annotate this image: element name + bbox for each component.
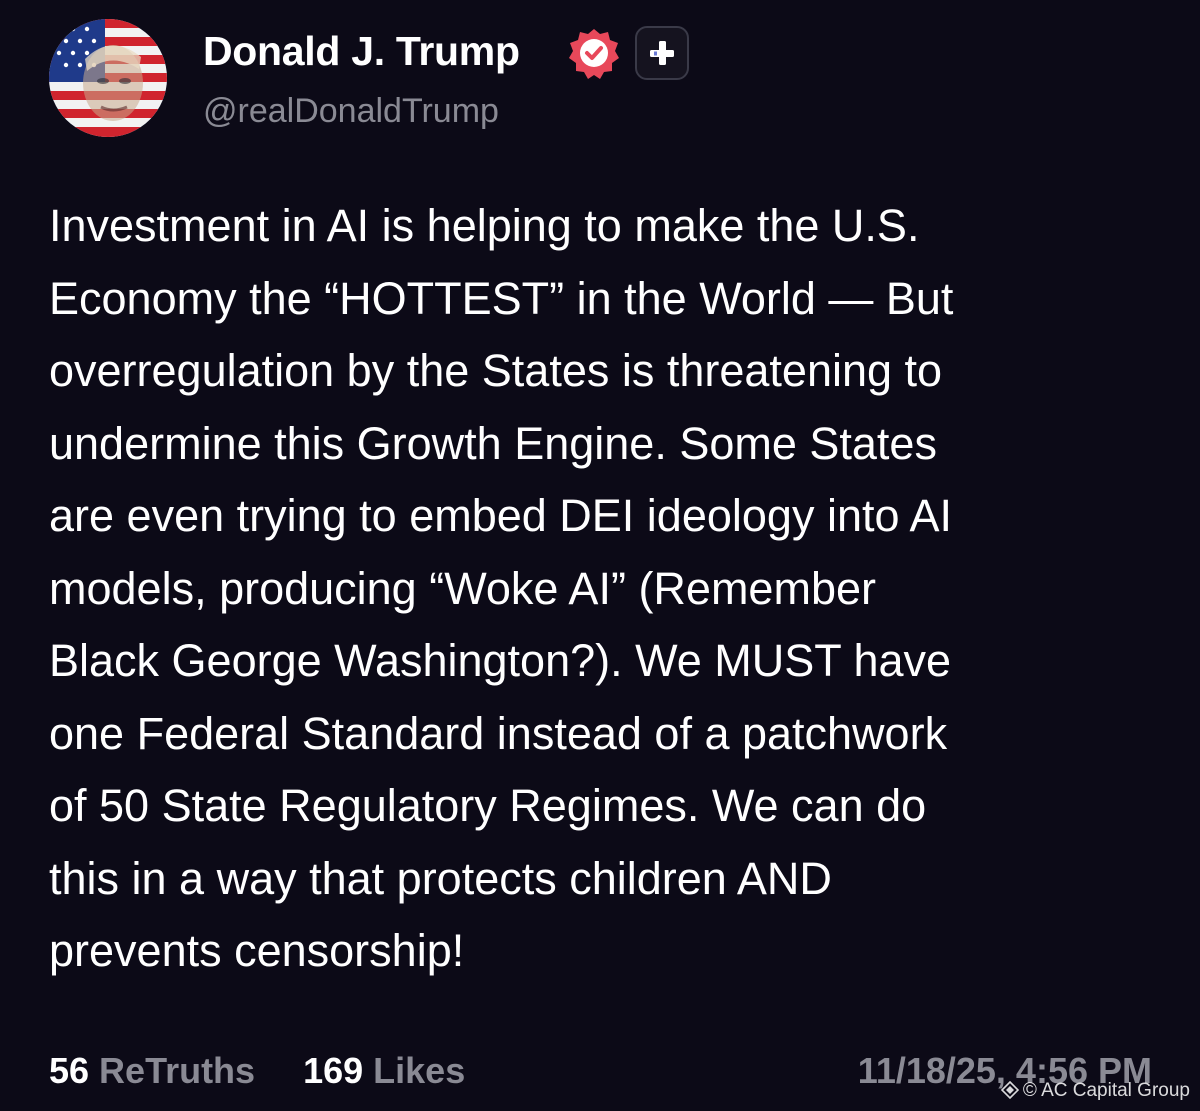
avatar[interactable] bbox=[49, 19, 167, 137]
retruths-stat[interactable]: 56 ReTruths bbox=[49, 1048, 255, 1094]
post-line: models, producing “Woke AI” (Remember bbox=[49, 562, 876, 614]
post-line: this in a way that protects children AND bbox=[49, 852, 832, 904]
likes-stat[interactable]: 169 Likes bbox=[303, 1048, 465, 1094]
binance-diamond-icon bbox=[1000, 1081, 1019, 1099]
post-line: overregulation by the States is threaten… bbox=[49, 345, 943, 396]
post-body: Investment in AI is helping to make the … bbox=[49, 190, 1159, 988]
verified-badge-icon bbox=[567, 26, 621, 80]
author-name[interactable]: Donald J. Trump bbox=[203, 26, 520, 76]
post-line: are even trying to embed DEI ideology in… bbox=[49, 490, 953, 541]
post-line: Black George Washington?). We MUST have bbox=[49, 635, 952, 686]
likes-label: Likes bbox=[373, 1050, 466, 1091]
watermark: © AC Capital Group bbox=[1000, 1079, 1190, 1103]
retruths-count: 56 bbox=[49, 1050, 90, 1091]
likes-count: 169 bbox=[303, 1050, 364, 1091]
post-line: prevents censorship! bbox=[49, 925, 465, 976]
engagement-stats: 56 ReTruths 169 Likes bbox=[49, 1048, 465, 1094]
post-line: Economy the “HOTTEST” in the World — But bbox=[49, 272, 954, 324]
flag-portrait-avatar-icon bbox=[49, 19, 167, 137]
post-line: Investment in AI is helping to make the … bbox=[49, 200, 920, 251]
post-line: undermine this Growth Engine. Some State… bbox=[49, 417, 937, 469]
author-handle[interactable]: @realDonaldTrump bbox=[203, 88, 499, 134]
plus-icon bbox=[650, 41, 674, 65]
post-line: of 50 State Regulatory Regimes. We can d… bbox=[49, 780, 927, 831]
watermark-text: © AC Capital Group bbox=[1022, 1080, 1190, 1101]
post-line: one Federal Standard instead of a patchw… bbox=[49, 707, 948, 759]
retruths-label: ReTruths bbox=[99, 1050, 256, 1091]
follow-button[interactable] bbox=[635, 26, 689, 80]
